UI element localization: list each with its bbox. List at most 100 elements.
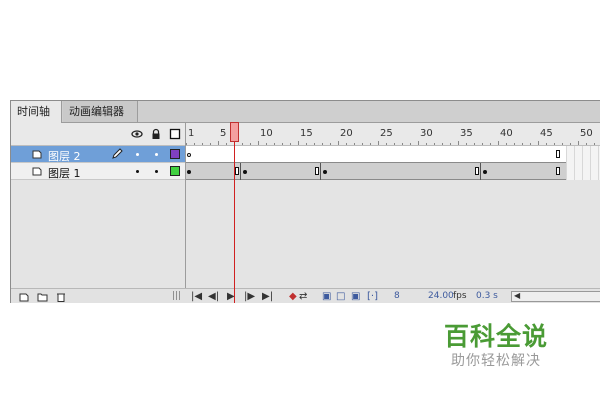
edit-multiple-frames-icon[interactable]: ▣ <box>351 291 360 302</box>
frame-span-end[interactable] <box>556 150 560 158</box>
frame-row-2[interactable] <box>186 146 566 163</box>
empty-keyframe[interactable] <box>187 153 191 157</box>
empty-frame-grid[interactable] <box>566 163 600 180</box>
loop-icon[interactable]: ⇄ <box>299 291 307 302</box>
ruler-tick <box>554 143 555 145</box>
panel-tab-bar: 时间轴 动画编辑器 <box>11 101 600 123</box>
ruler-tick <box>474 143 475 145</box>
ruler-tick <box>594 143 595 145</box>
lock-dot[interactable] <box>155 170 158 173</box>
ruler-tick <box>266 143 267 145</box>
ruler-label: 20 <box>340 128 353 139</box>
playhead-handle[interactable] <box>230 122 239 142</box>
ruler-tick <box>290 143 291 145</box>
ruler-label: 15 <box>300 128 313 139</box>
ruler-tick <box>394 143 395 145</box>
layer-name[interactable]: 图层 2 <box>48 148 81 164</box>
onion-skin-icon[interactable]: ▣ <box>322 291 331 302</box>
last-frame-icon[interactable]: ▶| <box>262 291 273 302</box>
ruler-tick <box>386 143 387 145</box>
visibility-dot[interactable] <box>136 153 139 156</box>
fps-value[interactable]: 24.00 <box>428 291 454 301</box>
ruler-tick <box>370 143 371 145</box>
new-layer-icon[interactable] <box>19 292 29 302</box>
ruler-label: 25 <box>380 128 393 139</box>
current-frame[interactable]: 8 <box>394 291 400 301</box>
ruler-tick <box>402 143 403 145</box>
tab-timeline[interactable]: 时间轴 <box>11 101 62 123</box>
ruler-label: 30 <box>420 128 433 139</box>
layer-color-box[interactable] <box>170 166 180 176</box>
frame-span-end[interactable] <box>315 167 319 175</box>
ruler-tick <box>458 141 459 145</box>
ruler-tick <box>490 143 491 145</box>
frame-row-1[interactable] <box>186 163 566 180</box>
ruler-tick <box>298 141 299 145</box>
timeline-header: 1 5 10 15 20 25 30 35 40 45 50 <box>11 123 600 146</box>
lock-icon[interactable] <box>150 128 162 140</box>
frame-ruler[interactable]: 1 5 10 15 20 25 30 35 40 45 50 <box>186 123 600 145</box>
elapsed-time: 0.3 s <box>476 291 498 301</box>
ruler-tick <box>522 143 523 145</box>
keyframe-divider <box>240 163 241 180</box>
ruler-tick <box>218 141 219 145</box>
frame-span-end[interactable] <box>475 167 479 175</box>
keyframe-divider <box>320 163 321 180</box>
trash-icon[interactable] <box>56 292 66 302</box>
frame-area[interactable] <box>186 146 600 286</box>
ruler-tick <box>514 143 515 145</box>
ruler-tick <box>506 143 507 145</box>
layer-row-1[interactable]: 图层 1 <box>11 163 185 180</box>
empty-frame-grid[interactable] <box>566 146 600 163</box>
prev-frame-icon[interactable]: ◀| <box>208 291 219 302</box>
ruler-tick <box>282 143 283 145</box>
outline-icon[interactable] <box>169 128 181 140</box>
ruler-label: 50 <box>580 128 593 139</box>
ruler-label: 45 <box>540 128 553 139</box>
tab-motion-editor[interactable]: 动画编辑器 <box>63 101 138 122</box>
ruler-tick <box>314 143 315 145</box>
layer-name[interactable]: 图层 1 <box>48 165 81 181</box>
keyframe[interactable] <box>243 170 247 174</box>
ruler-tick <box>450 143 451 145</box>
scroll-left-icon[interactable]: ◀ <box>514 291 520 300</box>
new-folder-icon[interactable] <box>37 292 48 302</box>
ruler-tick <box>418 141 419 145</box>
ruler-tick <box>586 143 587 145</box>
onion-outline-icon[interactable]: □ <box>336 291 345 302</box>
ruler-tick <box>194 143 195 145</box>
ruler-tick <box>546 143 547 145</box>
ruler-tick <box>570 143 571 145</box>
ruler-tick <box>322 143 323 145</box>
lock-dot[interactable] <box>155 153 158 156</box>
ruler-tick <box>426 143 427 145</box>
frame-span-end[interactable] <box>235 167 239 175</box>
first-frame-icon[interactable]: |◀ <box>191 291 202 302</box>
layer-icon <box>32 167 42 176</box>
watermark-title: 百科全说 <box>444 322 549 351</box>
ruler-tick <box>410 143 411 145</box>
frame-span-end[interactable] <box>556 167 560 175</box>
center-frame-icon[interactable]: ◆ <box>289 291 297 302</box>
fps-unit: fps <box>453 291 467 301</box>
ruler-tick <box>442 143 443 145</box>
modify-markers-icon[interactable]: [·] <box>367 291 378 302</box>
keyframe[interactable] <box>323 170 327 174</box>
ruler-tick <box>242 143 243 145</box>
ruler-tick <box>498 141 499 145</box>
visibility-dot[interactable] <box>136 170 139 173</box>
ruler-label: 1 <box>188 128 195 139</box>
keyframe[interactable] <box>483 170 487 174</box>
keyframe[interactable] <box>187 170 191 174</box>
resize-grip[interactable]: ||| <box>172 291 181 301</box>
layer-color-box[interactable] <box>170 149 180 159</box>
ruler-tick <box>274 143 275 145</box>
ruler-tick <box>186 143 187 145</box>
ruler-tick <box>250 143 251 145</box>
ruler-tick <box>354 143 355 145</box>
layer-row-2[interactable]: 图层 2 <box>11 146 185 163</box>
eye-icon[interactable] <box>131 128 143 140</box>
ruler-tick <box>346 143 347 145</box>
next-frame-icon[interactable]: |▶ <box>244 291 255 302</box>
horizontal-scrollbar[interactable]: ◀ <box>511 291 600 302</box>
